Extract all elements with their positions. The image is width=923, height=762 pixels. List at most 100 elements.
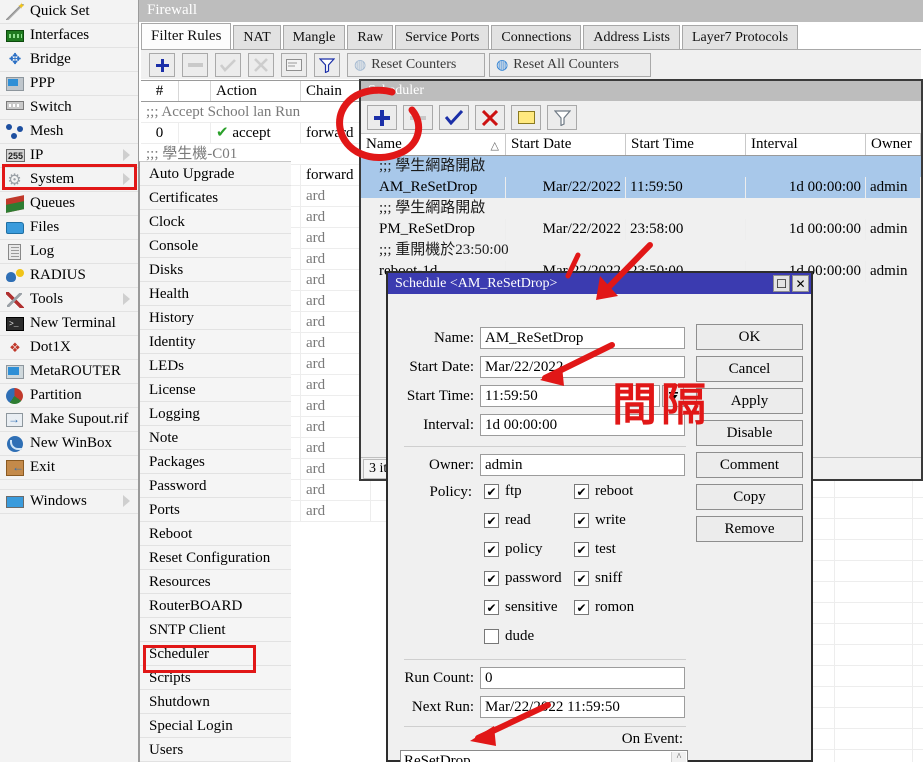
maximize-icon[interactable]: ☐ [773, 275, 790, 292]
policy-ftp[interactable]: ✔ ftp [484, 483, 522, 500]
table-row[interactable] [813, 498, 923, 519]
sidebar-item-ppp[interactable]: PPP [0, 72, 138, 96]
submenu-item-logging[interactable]: Logging [140, 402, 291, 426]
submenu-item-disks[interactable]: Disks [140, 258, 291, 282]
table-row[interactable] [813, 540, 923, 561]
policy-password[interactable]: ✔ password [484, 570, 562, 587]
sidebar-item-log[interactable]: Log [0, 240, 138, 264]
submenu-item-sntp-client[interactable]: SNTP Client [140, 618, 291, 642]
apply-button[interactable]: Apply [696, 388, 803, 414]
sidebar-item-tools[interactable]: Tools [0, 288, 138, 312]
sidebar-item-exit[interactable]: Exit [0, 456, 138, 480]
submenu-item-certificates[interactable]: Certificates [140, 186, 291, 210]
table-row[interactable] [813, 666, 923, 687]
table-row[interactable] [813, 624, 923, 645]
remove-button[interactable] [182, 53, 208, 77]
disable-button[interactable] [248, 53, 274, 77]
sidebar-item-ip[interactable]: 255 IP [0, 144, 138, 168]
owner-field[interactable]: admin [480, 454, 685, 476]
on-event-textarea[interactable]: ReSetDrop ^ [400, 750, 688, 762]
column-flags[interactable] [179, 81, 211, 101]
policy-read[interactable]: ✔ read [484, 512, 531, 529]
submenu-item-scheduler[interactable]: Scheduler [140, 642, 291, 666]
submenu-item-history[interactable]: History [140, 306, 291, 330]
scheduler-add-button[interactable] [367, 105, 397, 130]
submenu-item-scripts[interactable]: Scripts [140, 666, 291, 690]
column-interval[interactable]: Interval [746, 134, 866, 155]
submenu-item-health[interactable]: Health [140, 282, 291, 306]
policy-sensitive[interactable]: ✔ sensitive [484, 599, 558, 616]
sidebar-item-new-winbox[interactable]: New WinBox [0, 432, 138, 456]
remove-button[interactable]: Remove [696, 516, 803, 542]
checkbox-romon[interactable]: ✔ [574, 600, 589, 615]
list-item[interactable]: ;;; 學生網路開啟 [361, 198, 921, 219]
sidebar-item-metarouter[interactable]: MetaROUTER [0, 360, 138, 384]
tab-raw[interactable]: Raw [347, 25, 394, 49]
tab-nat[interactable]: NAT [233, 25, 281, 49]
tab-address-lists[interactable]: Address Lists [583, 25, 680, 49]
filter-icon[interactable] [314, 53, 340, 77]
column-start-date[interactable]: Start Date [506, 134, 626, 155]
sidebar-item-make-supout-rif[interactable]: Make Supout.rif [0, 408, 138, 432]
sidebar-item-dot1x[interactable]: ❖ Dot1X [0, 336, 138, 360]
disable-button[interactable]: Disable [696, 420, 803, 446]
checkbox-write[interactable]: ✔ [574, 513, 589, 528]
policy-test[interactable]: ✔ test [574, 541, 616, 558]
sidebar-item-queues[interactable]: Queues [0, 192, 138, 216]
checkbox-password[interactable]: ✔ [484, 571, 499, 586]
scheduler-disable-button[interactable] [475, 105, 505, 130]
sidebar-item-quick-set[interactable]: Quick Set [0, 0, 138, 24]
cancel-button[interactable]: Cancel [696, 356, 803, 382]
column-start-time[interactable]: Start Time [626, 134, 746, 155]
column-num[interactable]: # [141, 81, 179, 101]
scheduler-comment-icon[interactable] [511, 105, 541, 130]
scheduler-enable-button[interactable] [439, 105, 469, 130]
checkbox-test[interactable]: ✔ [574, 542, 589, 557]
comment-icon[interactable] [281, 53, 307, 77]
policy-write[interactable]: ✔ write [574, 512, 626, 529]
column-owner[interactable]: Owner [866, 134, 921, 155]
table-row[interactable] [813, 603, 923, 624]
scheduler-filter-icon[interactable] [547, 105, 577, 130]
add-button[interactable] [149, 53, 175, 77]
column-name[interactable]: Name △ [361, 134, 506, 155]
tab-connections[interactable]: Connections [491, 25, 582, 49]
checkbox-policy[interactable]: ✔ [484, 542, 499, 557]
sidebar-item-new-terminal[interactable]: >_ New Terminal [0, 312, 138, 336]
table-row[interactable] [813, 708, 923, 729]
submenu-item-reset-configuration[interactable]: Reset Configuration [140, 546, 291, 570]
policy-sniff[interactable]: ✔ sniff [574, 570, 622, 587]
sidebar-item-windows[interactable]: Windows [0, 490, 138, 514]
submenu-item-note[interactable]: Note [140, 426, 291, 450]
policy-dude[interactable]: dude [484, 628, 534, 645]
list-item[interactable]: ;;; 學生網路開啟 [361, 156, 921, 177]
table-row[interactable] [813, 519, 923, 540]
submenu-item-clock[interactable]: Clock [140, 210, 291, 234]
submenu-item-special-login[interactable]: Special Login [140, 714, 291, 738]
submenu-item-shutdown[interactable]: Shutdown [140, 690, 291, 714]
list-item[interactable]: AM_ReSetDrop Mar/22/2022 11:59:50 1d 00:… [361, 177, 921, 198]
checkbox-sensitive[interactable]: ✔ [484, 600, 499, 615]
checkbox-read[interactable]: ✔ [484, 513, 499, 528]
name-field[interactable]: AM_ReSetDrop [480, 327, 685, 349]
policy-policy[interactable]: ✔ policy [484, 541, 543, 558]
policy-reboot[interactable]: ✔ reboot [574, 483, 633, 500]
close-icon[interactable]: ✕ [792, 275, 809, 292]
list-item[interactable]: PM_ReSetDrop Mar/22/2022 23:58:00 1d 00:… [361, 219, 921, 240]
submenu-item-leds[interactable]: LEDs [140, 354, 291, 378]
sidebar-item-partition[interactable]: Partition [0, 384, 138, 408]
list-item[interactable]: ;;; 重開機於23:50:00 [361, 240, 921, 261]
sidebar-item-mesh[interactable]: Mesh [0, 120, 138, 144]
submenu-item-ports[interactable]: Ports [140, 498, 291, 522]
table-row[interactable] [813, 561, 923, 582]
table-row[interactable] [813, 582, 923, 603]
sidebar-item-files[interactable]: Files [0, 216, 138, 240]
column-action[interactable]: Action [211, 81, 301, 101]
reset-all-counters-button[interactable]: ◍ Reset All Counters [489, 53, 651, 77]
table-row[interactable] [813, 750, 923, 762]
checkbox-reboot[interactable]: ✔ [574, 484, 589, 499]
table-row[interactable] [813, 645, 923, 666]
submenu-item-license[interactable]: License [140, 378, 291, 402]
tab-service-ports[interactable]: Service Ports [395, 25, 490, 49]
copy-button[interactable]: Copy [696, 484, 803, 510]
